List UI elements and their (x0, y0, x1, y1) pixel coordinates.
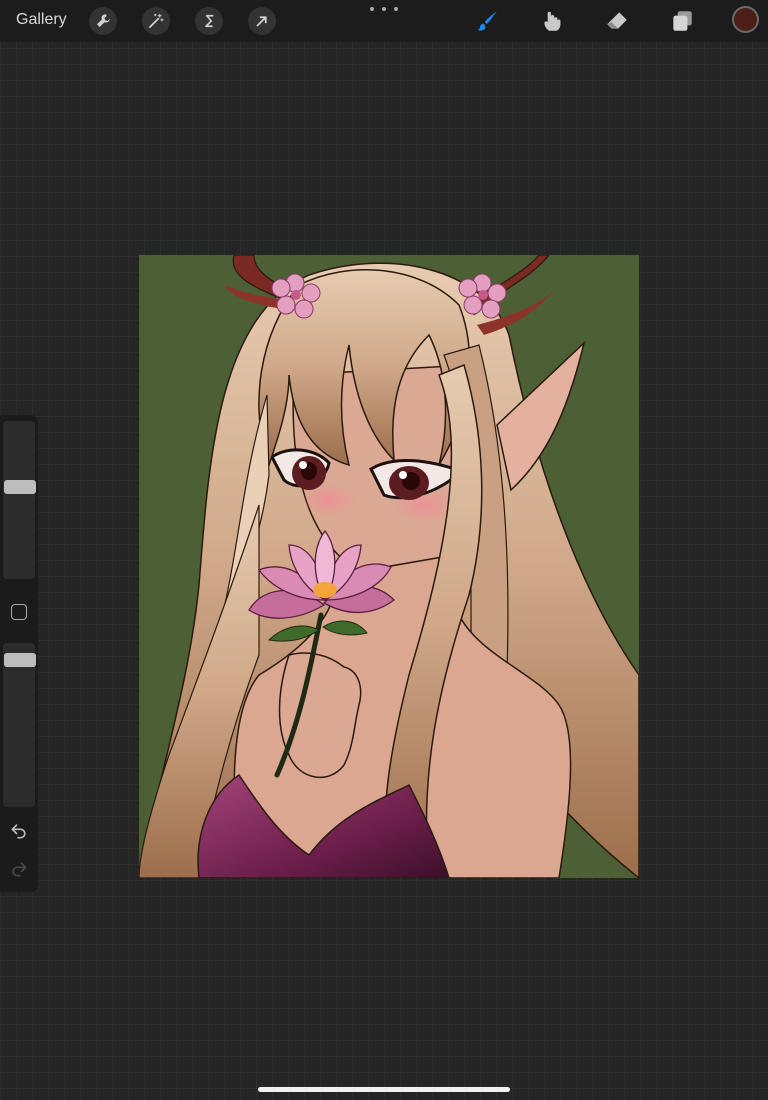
brush-icon[interactable] (472, 6, 502, 36)
square-icon[interactable] (11, 604, 27, 620)
layers-icon[interactable] (667, 6, 697, 36)
illustration (139, 255, 639, 878)
color-swatch[interactable] (732, 6, 759, 33)
home-indicator[interactable] (258, 1087, 510, 1092)
ellipsis-icon[interactable] (370, 2, 398, 16)
brush-size-handle[interactable] (4, 479, 36, 494)
top-toolbar: Gallery (0, 0, 768, 42)
drawing-canvas[interactable] (139, 255, 639, 878)
arrow-cursor-icon[interactable] (248, 7, 276, 35)
redo-icon[interactable] (9, 859, 29, 879)
magic-wand-icon[interactable] (142, 7, 170, 35)
gallery-button[interactable]: Gallery (16, 11, 67, 29)
eraser-icon[interactable] (602, 6, 632, 36)
smudge-finger-icon[interactable] (537, 6, 567, 36)
wrench-icon[interactable] (89, 7, 117, 35)
brush-opacity-handle[interactable] (4, 653, 36, 668)
selection-s-icon[interactable] (195, 7, 223, 35)
left-sidebar (0, 415, 38, 892)
brush-size-slider[interactable] (3, 421, 36, 579)
undo-icon[interactable] (9, 821, 29, 841)
brush-opacity-slider[interactable] (3, 643, 36, 807)
